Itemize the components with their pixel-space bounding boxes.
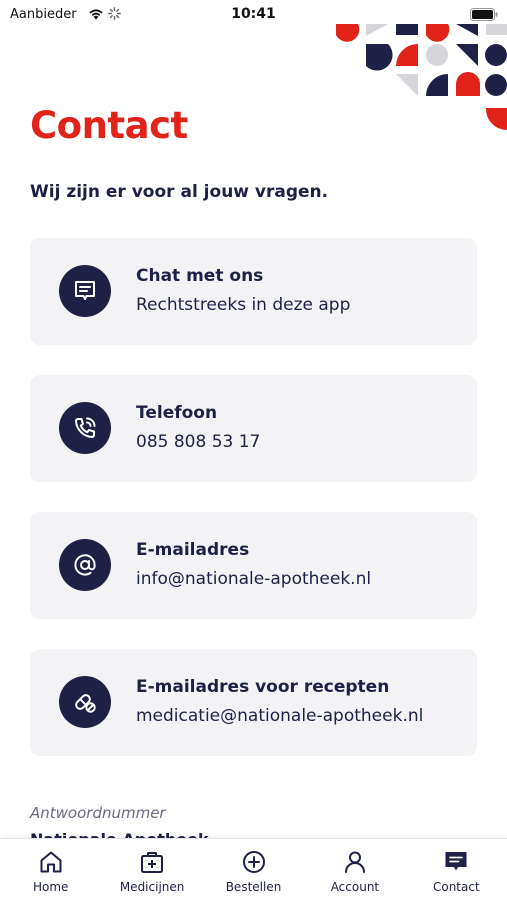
card-title: E-mailadres	[136, 540, 250, 560]
contact-card-phone[interactable]: Telefoon 085 808 53 17	[30, 375, 477, 482]
tab-label: Account	[330, 880, 380, 894]
card-text: 085 808 53 17	[136, 432, 261, 452]
card-text: info@nationale-apotheek.nl	[136, 569, 372, 589]
decorative-pattern	[336, 24, 507, 130]
tab-home[interactable]: Home	[0, 839, 101, 900]
page-subtitle: Wij zijn er voor al jouw vragen.	[30, 182, 329, 202]
pill-icon	[59, 676, 111, 728]
tab-bestellen[interactable]: Bestellen	[203, 839, 304, 900]
tab-label: Medicijnen	[119, 880, 185, 894]
plus-circle-icon	[242, 851, 265, 873]
home-icon	[40, 851, 62, 873]
page-title: Contact	[30, 104, 188, 147]
status-time: 10:41	[231, 6, 276, 22]
at-sign-icon	[59, 539, 111, 591]
card-title: Chat met ons	[136, 266, 264, 286]
user-icon	[344, 851, 365, 873]
tab-label: Home	[32, 880, 69, 894]
card-title: E-mailadres voor recepten	[136, 677, 390, 697]
contact-card-prescriptions-email[interactable]: E-mailadres voor recepten medicatie@nati…	[30, 649, 477, 756]
contact-card-chat[interactable]: Chat met ons Rechtstreeks in deze app	[30, 238, 477, 345]
battery-icon	[470, 8, 498, 21]
card-title: Telefoon	[136, 403, 218, 423]
tab-account[interactable]: Account	[304, 839, 405, 900]
card-text: Rechtstreeks in deze app	[136, 295, 351, 315]
tab-label: Bestellen	[225, 880, 282, 894]
tab-medicijnen[interactable]: Medicijnen	[101, 839, 202, 900]
antwoordnummer-label: Antwoordnummer	[30, 804, 166, 822]
chat-icon	[445, 852, 467, 871]
tab-label: Contact	[432, 880, 480, 894]
contact-card-email[interactable]: E-mailadres info@nationale-apotheek.nl	[30, 512, 477, 619]
tab-bar: Home Medicijnen Bestellen Account Contac…	[0, 838, 507, 900]
tab-contact[interactable]: Contact	[406, 839, 507, 900]
chat-icon	[59, 265, 111, 317]
medicine-box-icon	[141, 852, 164, 873]
card-text: medicatie@nationale-apotheek.nl	[136, 706, 424, 726]
phone-icon	[59, 402, 111, 454]
